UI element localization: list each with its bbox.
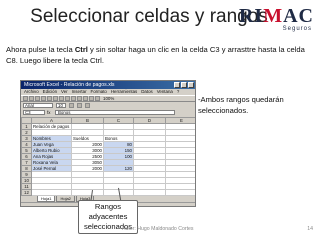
row-header[interactable]: 12 bbox=[21, 189, 32, 196]
autosum-icon[interactable] bbox=[83, 96, 88, 101]
excel-screenshot: Microsoft Excel - Relación de pagos.xls … bbox=[20, 80, 196, 207]
cell[interactable]: Relación de pagos bbox=[31, 123, 72, 130]
excel-format-toolbar: Arial 10 bbox=[21, 102, 195, 109]
page-number: 14 bbox=[307, 226, 313, 232]
underline-icon[interactable] bbox=[85, 103, 90, 108]
cell[interactable] bbox=[165, 189, 195, 196]
font-size-select[interactable]: 10 bbox=[56, 103, 66, 108]
formula-input[interactable]: Bonos bbox=[55, 110, 175, 115]
spreadsheet-grid: A B C D E 1 Relación de pagos 2 3 Nombre… bbox=[21, 117, 195, 196]
menu-ventana[interactable]: Ventana bbox=[157, 89, 173, 95]
font-name-select[interactable]: Arial bbox=[23, 103, 53, 108]
menu-datos[interactable]: Datos bbox=[141, 89, 152, 95]
rimac-logo: RIMAC Seguros bbox=[236, 6, 314, 40]
maximize-icon[interactable] bbox=[181, 82, 187, 88]
print-icon[interactable] bbox=[41, 96, 46, 101]
instruction-text: Ahora pulse la tecla Ctrl y sin soltar h… bbox=[6, 45, 305, 65]
callout-line-2: adyacentes bbox=[88, 212, 128, 221]
excel-titlebar: Microsoft Excel - Relación de pagos.xls bbox=[21, 81, 195, 89]
menu-archivo[interactable]: Archivo bbox=[24, 89, 39, 95]
close-icon[interactable] bbox=[188, 82, 194, 88]
ctrl-key-label: Ctrl bbox=[74, 45, 88, 54]
excel-formula-bar: C3 fx Bonos bbox=[21, 109, 195, 116]
excel-standard-toolbar: 100% bbox=[21, 95, 195, 102]
cut-icon[interactable] bbox=[53, 96, 58, 101]
open-folder-icon[interactable] bbox=[29, 96, 34, 101]
save-icon[interactable] bbox=[35, 96, 40, 101]
menu-insertar[interactable]: Insertar bbox=[72, 89, 87, 95]
logo-wordmark: RIMAC bbox=[238, 5, 314, 27]
menu-herramientas[interactable]: Herramientas bbox=[111, 89, 137, 95]
menu-formato[interactable]: Formato bbox=[91, 89, 107, 95]
minimize-icon[interactable] bbox=[174, 82, 180, 88]
menu-ver[interactable]: Ver bbox=[61, 89, 68, 95]
selection-note: -Ambos rangos quedarán seleccionados. bbox=[198, 95, 284, 115]
excel-window-title: Microsoft Excel - Relación de pagos.xls bbox=[24, 82, 115, 88]
footer-author: Autor: Hugo Maldonado Cortes bbox=[122, 226, 194, 232]
italic-icon[interactable] bbox=[77, 103, 82, 108]
cell[interactable] bbox=[71, 189, 104, 196]
sort-icon[interactable] bbox=[89, 96, 94, 101]
preview-icon[interactable] bbox=[47, 96, 52, 101]
callout-line-1: Rangos bbox=[94, 202, 122, 211]
copy-icon[interactable] bbox=[59, 96, 64, 101]
cell[interactable] bbox=[31, 189, 72, 196]
name-box[interactable]: C3 bbox=[23, 110, 45, 115]
bold-icon[interactable] bbox=[69, 103, 74, 108]
paste-icon[interactable] bbox=[65, 96, 70, 101]
zoom-box[interactable]: 100% bbox=[103, 96, 114, 101]
menu-edicion[interactable]: Edición bbox=[43, 89, 57, 95]
table-row: 12 bbox=[21, 189, 195, 196]
cell[interactable] bbox=[133, 189, 166, 196]
menu-ayuda[interactable]: ? bbox=[177, 89, 179, 95]
redo-icon[interactable] bbox=[77, 96, 82, 101]
chart-wizard-icon[interactable] bbox=[95, 96, 100, 101]
fx-icon[interactable]: fx bbox=[47, 110, 53, 115]
new-file-icon[interactable] bbox=[23, 96, 28, 101]
undo-icon[interactable] bbox=[71, 96, 76, 101]
